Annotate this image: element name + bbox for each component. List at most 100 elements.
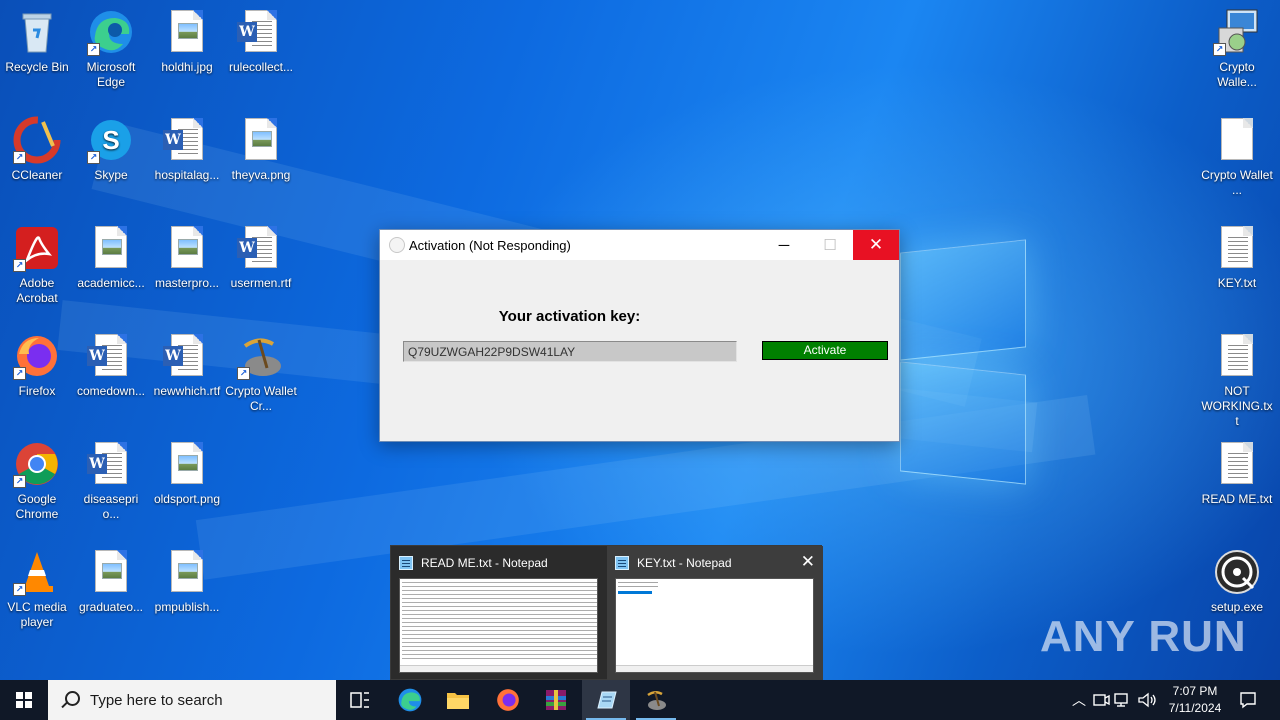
svg-text:S: S: [102, 125, 119, 155]
clock-time: 7:07 PM: [1172, 684, 1218, 698]
maximize-button[interactable]: ☐: [807, 230, 853, 260]
desktop-icon-label: Crypto Wallet ...: [1201, 168, 1273, 197]
recycle-bin-icon: [13, 8, 61, 56]
desktop-icon-label: NOT WORKING.txt: [1201, 384, 1273, 428]
image-file-icon: [163, 224, 211, 272]
word-file-icon: W: [87, 332, 135, 380]
system-tray: ︿: [1068, 680, 1158, 720]
desktop-icon-label: graduateo...: [78, 600, 144, 614]
desktop-icon-vlc[interactable]: ↗ VLC media player: [0, 548, 74, 630]
desktop-icon-academicc[interactable]: academicc...: [74, 224, 148, 291]
thumbnail-preview: [399, 578, 598, 673]
wallpaper-logo-pane: [900, 361, 1026, 485]
activation-heading: Your activation key:: [498, 308, 641, 325]
taskbar-firefox[interactable]: [484, 680, 532, 720]
edge-icon: [398, 688, 422, 712]
desktop-icon-label: academicc...: [77, 276, 145, 290]
desktop-icon-holdhi[interactable]: holdhi.jpg: [150, 8, 224, 75]
desktop-icon-crypto-wallet-installer[interactable]: ↗ Crypto Walle...: [1200, 8, 1274, 90]
word-file-icon: W: [87, 440, 135, 488]
desktop-icon-pmpublish[interactable]: pmpublish...: [150, 548, 224, 615]
desktop-icon-google-chrome[interactable]: ↗ Google Chrome: [0, 440, 74, 522]
image-file-icon: [163, 440, 211, 488]
skype-icon: S ↗: [87, 116, 135, 164]
desktop-icon-label: holdhi.jpg: [161, 60, 213, 74]
minimize-button[interactable]: ─: [761, 230, 807, 260]
taskbar-edge[interactable]: [386, 680, 434, 720]
window-title: Activation (Not Responding): [409, 237, 571, 253]
word-file-icon: W: [237, 224, 285, 272]
desktop-icon-recycle-bin[interactable]: Recycle Bin: [0, 8, 74, 75]
desktop-icon-label: diseasepri o...: [83, 492, 139, 521]
show-hidden-icons-chevron-icon[interactable]: ︿: [1068, 690, 1090, 710]
notification-icon: [1240, 692, 1256, 709]
adobe-acrobat-icon: ↗: [13, 224, 61, 272]
desktop-icon-crypto-wallet-file[interactable]: Crypto Wallet ...: [1200, 116, 1274, 198]
desktop-icon-label: Adobe Acrobat: [16, 276, 58, 305]
desktop-icon-edge[interactable]: ↗ Microsoft Edge: [74, 8, 148, 90]
blank-file-icon: [1213, 116, 1261, 164]
taskbar-notepad[interactable]: [582, 680, 630, 720]
taskbar-winrar[interactable]: [532, 680, 580, 720]
clock-date: 7/11/2024: [1168, 701, 1222, 715]
windows-logo-icon: [16, 692, 32, 708]
desktop-icon-crypto-wallet-cr[interactable]: ↗ Crypto Wallet Cr...: [224, 332, 298, 414]
activation-key-field[interactable]: Q79UZWGAH22P9DSW41LAY: [403, 341, 737, 362]
firefox-icon: ↗: [13, 332, 61, 380]
desktop-icon-diseasepri[interactable]: W diseasepri o...: [74, 440, 148, 522]
desktop-icon-firefox[interactable]: ↗ Firefox: [0, 332, 74, 399]
taskbar-search-box[interactable]: Type here to search: [48, 680, 336, 720]
desktop-icon-not-working-txt[interactable]: NOT WORKING.txt: [1200, 332, 1274, 429]
task-view-button[interactable]: [336, 680, 384, 720]
thumbnail-preview: [615, 578, 814, 673]
shortcut-arrow-icon: ↗: [87, 151, 100, 164]
desktop-icon-label: Crypto Wallet Cr...: [225, 384, 297, 413]
desktop-icon-adobe-acrobat[interactable]: ↗ Adobe Acrobat: [0, 224, 74, 306]
shortcut-arrow-icon: ↗: [13, 583, 26, 596]
desktop-icon-label: oldsport.png: [153, 492, 221, 506]
desktop-icon-masterpro[interactable]: masterpro...: [150, 224, 224, 291]
shortcut-arrow-icon: ↗: [13, 367, 26, 380]
desktop-icon-key-txt[interactable]: KEY.txt: [1200, 224, 1274, 291]
desktop-icon-label: hospitalag...: [154, 168, 220, 182]
desktop-icon-rulecollect[interactable]: W rulecollect...: [224, 8, 298, 75]
thumbnail-read-me[interactable]: READ ME.txt - Notepad: [391, 546, 606, 681]
activate-button[interactable]: Activate: [762, 341, 888, 360]
desktop-icon-hospitalag[interactable]: W hospitalag...: [150, 116, 224, 183]
thumbnail-key[interactable]: KEY.txt - Notepad ✕: [607, 546, 823, 681]
desktop-icon-setup-exe[interactable]: setup.exe: [1200, 548, 1274, 615]
start-button[interactable]: [0, 680, 48, 720]
action-center-button[interactable]: [1232, 680, 1264, 720]
desktop-icon-label: comedown...: [76, 384, 146, 398]
desktop-icon-read-me-txt[interactable]: READ ME.txt: [1200, 440, 1274, 507]
taskbar-clock[interactable]: 7:07 PM 7/11/2024: [1160, 683, 1230, 717]
activation-window[interactable]: Activation (Not Responding) ─ ☐ ✕ Your a…: [379, 229, 900, 442]
desktop-icon-comedown[interactable]: W comedown...: [74, 332, 148, 399]
thumbnail-title: READ ME.txt - Notepad: [421, 556, 548, 570]
firefox-icon: [497, 689, 519, 711]
close-button[interactable]: ✕: [853, 230, 899, 260]
desktop-icon-theyva[interactable]: theyva.png: [224, 116, 298, 183]
volume-icon: [1138, 692, 1156, 708]
shortcut-arrow-icon: ↗: [87, 43, 100, 56]
desktop-icon-usermen[interactable]: W usermen.rtf: [224, 224, 298, 291]
desktop-icon-label: Firefox: [18, 384, 56, 398]
desktop-icon-label: masterpro...: [154, 276, 220, 290]
image-file-icon: [237, 116, 285, 164]
desktop-icon-label: Skype: [94, 168, 128, 182]
desktop-icon-skype[interactable]: S ↗ Skype: [74, 116, 148, 183]
thumbnail-close-button[interactable]: ✕: [801, 552, 815, 572]
anyrun-watermark: ANY RUN: [1040, 612, 1247, 661]
taskbar-crypto-wallet[interactable]: [632, 680, 680, 720]
desktop-icon-label: KEY.txt: [1217, 276, 1257, 290]
desktop-icon-oldsport[interactable]: oldsport.png: [150, 440, 224, 507]
desktop-icon-graduateo[interactable]: graduateo...: [74, 548, 148, 615]
desktop-icon-label: usermen.rtf: [230, 276, 292, 290]
word-file-icon: W: [163, 116, 211, 164]
desktop-icon-newwhich[interactable]: W newwhich.rtf: [150, 332, 224, 399]
taskbar-file-explorer[interactable]: [434, 680, 482, 720]
shortcut-arrow-icon: ↗: [13, 475, 26, 488]
activation-titlebar[interactable]: Activation (Not Responding) ─ ☐ ✕: [380, 230, 899, 260]
desktop-icon-ccleaner[interactable]: ↗ CCleaner: [0, 116, 74, 183]
text-file-icon: [1213, 332, 1261, 380]
